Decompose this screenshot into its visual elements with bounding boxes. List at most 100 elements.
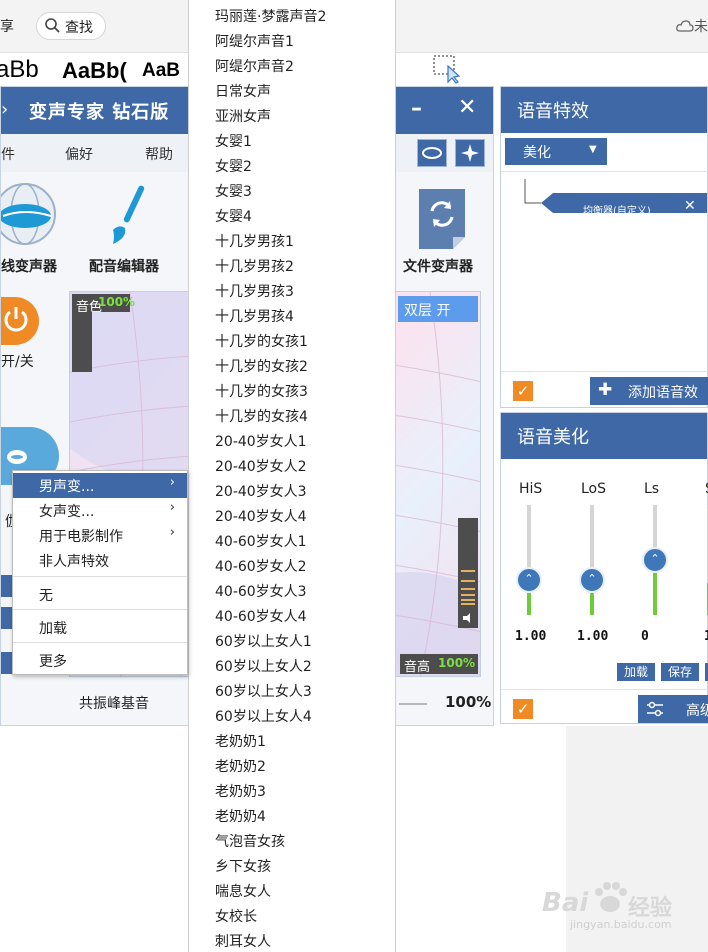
voice-preset-item[interactable]: 喘息女人 [215, 881, 271, 901]
menu-separator [13, 609, 187, 610]
voice-preset-item[interactable]: 60岁以上女人2 [215, 656, 312, 676]
voice-preset-item[interactable]: 60岁以上女人3 [215, 681, 312, 701]
power-button[interactable] [1, 297, 39, 345]
timbre-bar [72, 312, 92, 372]
menu-file[interactable]: 件 [1, 144, 15, 164]
voice-preset-item[interactable]: 女婴1 [215, 131, 252, 151]
voice-preset-item[interactable]: 十几岁的女孩3 [215, 381, 308, 401]
voice-preset-item[interactable]: 20-40岁女人1 [215, 431, 307, 451]
voice-preset-item[interactable]: 刺耳女人 [215, 931, 271, 951]
pitch-bar[interactable] [458, 518, 478, 628]
font-sample-1[interactable]: aBb [0, 56, 39, 84]
beauty-enable-checkbox[interactable]: ✓ [513, 699, 533, 719]
power-icon [4, 307, 28, 332]
search-button[interactable]: 查找 [36, 12, 106, 40]
menu-item-non-human[interactable]: 非人声特效 [13, 548, 187, 573]
advanced-button[interactable]: 高级 [638, 695, 708, 723]
power-label: 开/关 [1, 354, 34, 370]
minimize-button[interactable]: – [411, 96, 422, 121]
voice-preset-item[interactable]: 女婴2 [215, 156, 252, 176]
menu-item-none[interactable]: 无 [13, 582, 187, 607]
voice-preset-item[interactable]: 日常女声 [215, 81, 271, 101]
voice-preset-item[interactable]: 40-60岁女人3 [215, 581, 307, 601]
effects-enable-checkbox[interactable]: ✓ [513, 381, 533, 401]
menu-item-more[interactable]: 更多 [13, 648, 187, 673]
menu-item-female-voice[interactable]: 女声变... › [13, 498, 187, 523]
chevron-right-icon: › [169, 475, 175, 490]
voice-preset-item[interactable]: 十几岁的女孩4 [215, 406, 308, 426]
voice-preset-item[interactable]: 女婴3 [215, 181, 252, 201]
voice-preset-item[interactable]: 气泡音女孩 [215, 831, 285, 851]
voice-preset-item[interactable]: 阿缇尔声音1 [215, 31, 294, 51]
lips-toggle-button[interactable] [417, 139, 447, 167]
voice-preset-item[interactable]: 十几岁的女孩1 [215, 331, 308, 351]
close-button[interactable]: ✕ [458, 95, 476, 120]
voice-preset-item[interactable]: 十几岁的女孩2 [215, 356, 308, 376]
select-pointer-icon[interactable] [432, 54, 462, 84]
effect-category-dropdown[interactable]: 美化 ▼ [505, 138, 607, 165]
los-slider-knob[interactable]: ⌃ [579, 567, 605, 593]
voice-preset-item[interactable]: 40-60岁女人2 [215, 556, 307, 576]
voice-preset-item[interactable]: 女婴4 [215, 206, 252, 226]
paw-logo-icon [595, 882, 627, 912]
voice-preset-item[interactable]: 十几岁男孩2 [215, 256, 294, 276]
dubbing-editor-tool[interactable] [105, 182, 155, 252]
file-changer-tool[interactable] [417, 187, 467, 251]
globe-lips-icon [0, 183, 56, 245]
menu-item-film[interactable]: 用于电影制作 › [13, 523, 187, 548]
menu-item-load[interactable]: 加载 [13, 615, 187, 640]
font-style-gallery[interactable]: aBb AaBb( AaB [0, 56, 188, 86]
share-label[interactable]: 享 [0, 16, 14, 36]
equalizer-node-label[interactable]: 均衡器(自定义) [583, 202, 651, 217]
voice-preset-item[interactable]: 60岁以上女人1 [215, 631, 312, 651]
menu-help[interactable]: 帮助 [145, 144, 173, 164]
voice-preset-list: 玛丽莲·梦露声音2 阿缇尔声音1 阿缇尔声音2 日常女声亚洲女声女婴1 女婴2 女婴3 女婴… [188, 0, 396, 952]
online-changer-tool[interactable] [0, 180, 61, 245]
voice-preset-item[interactable]: 老奶奶1 [215, 731, 266, 751]
his-slider-knob[interactable]: ⌃ [516, 567, 542, 593]
slider-label-ls: Ls [644, 481, 660, 497]
menu-preferences[interactable]: 偏好 [65, 144, 93, 164]
menu-item-male-voice[interactable]: 男声变... › [13, 473, 187, 498]
online-changer-label[interactable]: 线变声器 [1, 256, 57, 276]
voice-preset-item[interactable]: 乡下女孩 [215, 856, 271, 876]
divider [501, 689, 708, 690]
dubbing-editor-label[interactable]: 配音编辑器 [89, 256, 159, 276]
file-changer-label[interactable]: 文件变声器 [403, 256, 473, 276]
voice-preset-item[interactable]: 老奶奶2 [215, 756, 266, 776]
ls-value: 0 [641, 629, 649, 644]
divider [501, 371, 708, 372]
voice-preset-item[interactable]: 玛丽莲·梦露声音2 [215, 6, 326, 26]
voice-preset-item[interactable]: 60岁以上女人4 [215, 706, 312, 726]
pitch-label: 音高 [404, 660, 431, 675]
voice-preset-item[interactable]: 女校长 [215, 906, 257, 926]
save-preset-button[interactable]: 保存 [661, 663, 699, 681]
voice-preset-item[interactable]: 20-40岁女人2 [215, 456, 307, 476]
effects-toggle-button[interactable] [455, 139, 485, 167]
voice-preset-item[interactable]: 十几岁男孩1 [215, 231, 294, 251]
zoom-slider[interactable] [399, 703, 427, 705]
lips-icon [422, 147, 442, 159]
font-sample-2[interactable]: AaBb( [62, 58, 127, 84]
ls-slider-knob[interactable]: ⌃ [642, 547, 668, 573]
font-sample-3[interactable]: AaB [142, 60, 180, 82]
voice-preset-item[interactable]: 十几岁男孩3 [215, 281, 294, 301]
voice-preset-item[interactable]: 20-40岁女人4 [215, 506, 307, 526]
add-effect-button[interactable]: ✚ 添加语音效 [590, 377, 708, 405]
voice-preset-item[interactable]: 20-40岁女人3 [215, 481, 307, 501]
voice-preset-item[interactable]: 老奶奶3 [215, 781, 266, 801]
voice-preset-item[interactable]: 40-60岁女人1 [215, 531, 307, 551]
voice-preset-item[interactable]: 亚洲女声 [215, 106, 271, 126]
menu-item-label: 更多 [39, 654, 67, 670]
menu-item-label: 无 [39, 588, 53, 604]
voice-preset-item[interactable]: 老奶奶4 [215, 806, 266, 826]
load-preset-button[interactable]: 加载 [617, 663, 655, 681]
voice-preset-item[interactable]: 阿缇尔声音2 [215, 56, 294, 76]
remove-node-icon[interactable]: ✕ [684, 198, 696, 214]
app-logo-icon: › [1, 99, 9, 120]
chevron-down-icon: ▼ [589, 144, 597, 155]
voice-preset-item[interactable]: 40-60岁女人4 [215, 606, 307, 626]
zoom-value: 100% [445, 693, 492, 711]
cloud-label[interactable]: 未 [676, 16, 708, 36]
voice-preset-item[interactable]: 十几岁男孩4 [215, 306, 294, 326]
